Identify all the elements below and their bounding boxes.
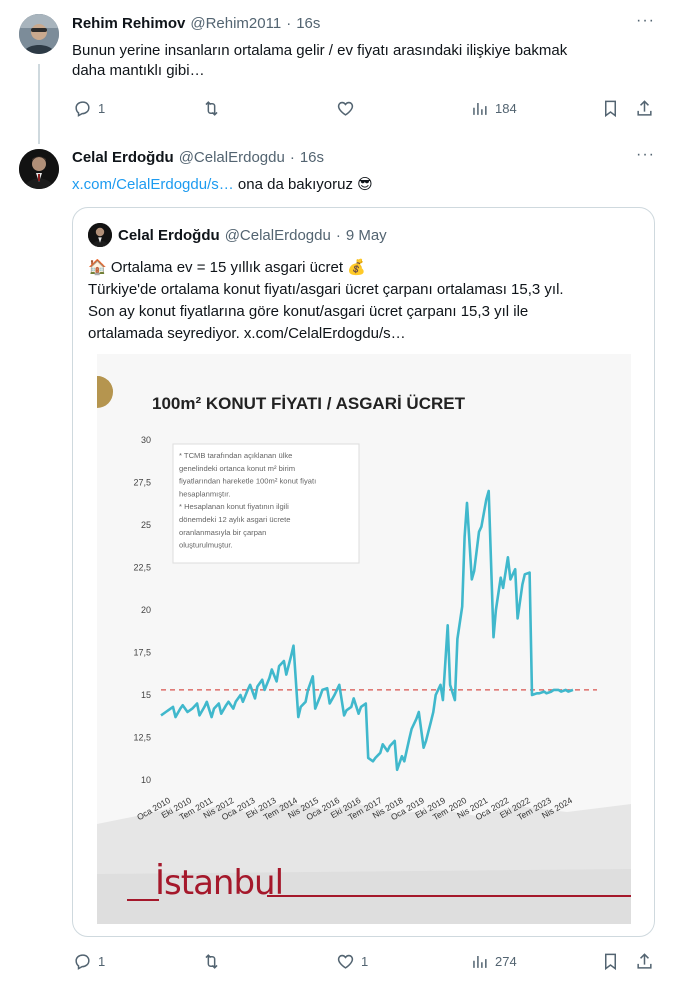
y-tick-label: 20 bbox=[141, 605, 151, 615]
more-options-icon[interactable]: ··· bbox=[636, 12, 655, 30]
separator-dot: · bbox=[286, 15, 292, 32]
thread-connector-line bbox=[38, 64, 40, 144]
retweet-icon bbox=[205, 954, 218, 969]
avatar-photo-icon bbox=[19, 14, 59, 54]
author-name[interactable]: Rehim Rehimov bbox=[72, 15, 185, 32]
author-handle[interactable]: @Rehim2011 bbox=[190, 15, 281, 32]
share-icon bbox=[637, 953, 652, 969]
reply-button[interactable]: 1 bbox=[73, 952, 105, 971]
bookmark-icon bbox=[604, 100, 617, 118]
quoted-text-line: 🏠 Ortalama ev = 15 yıllık asgari ücret 💰 bbox=[88, 259, 366, 276]
author-handle[interactable]: @CelalErdogdu bbox=[179, 149, 285, 166]
reply-icon bbox=[75, 954, 90, 970]
chart-note-line: fiyatlarından hareketle 100m² konut fiya… bbox=[179, 477, 316, 486]
reply-button[interactable]: 1 bbox=[73, 99, 105, 118]
tweet-text-line: daha mantıklı gibi… bbox=[72, 62, 205, 79]
views-count: 184 bbox=[495, 101, 517, 116]
like-count: 1 bbox=[361, 954, 369, 969]
more-options-icon[interactable]: ··· bbox=[636, 146, 655, 164]
y-tick-label: 27,5 bbox=[133, 478, 151, 488]
retweet-button[interactable] bbox=[202, 952, 227, 971]
avatar[interactable] bbox=[19, 149, 59, 189]
line-chart: 100m² KONUT FİYATI / ASGARİ ÜCRET 30 27,5… bbox=[97, 354, 631, 924]
tweet-text: ona da bakıyoruz 😎 bbox=[233, 176, 373, 193]
views-count: 274 bbox=[495, 954, 517, 969]
chart-note-line: * Hesaplanan konut fiyatının ilgili bbox=[179, 502, 289, 511]
heart-icon bbox=[337, 101, 354, 116]
retweet-icon bbox=[205, 101, 218, 116]
tweet-timestamp[interactable]: 16s bbox=[296, 15, 320, 32]
chart-image[interactable]: 100m² KONUT FİYATI / ASGARİ ÜCRET 30 27,5… bbox=[97, 354, 631, 924]
retweet-button[interactable] bbox=[202, 99, 227, 118]
quoted-tweet[interactable]: Celal Erdoğdu @CelalErdogdu · 9 May 🏠 Or… bbox=[72, 207, 655, 937]
quoted-author-name[interactable]: Celal Erdoğdu bbox=[118, 227, 220, 244]
quoted-avatar[interactable] bbox=[88, 223, 112, 247]
views-chart-icon bbox=[473, 955, 487, 968]
tweet-link[interactable]: x.com/CelalErdogdu/s… bbox=[72, 176, 234, 193]
y-tick-label: 10 bbox=[141, 775, 151, 785]
quoted-author-handle[interactable]: @CelalErdogdu bbox=[225, 227, 331, 244]
chart-note-line: dönemdeki 12 aylık asgari ücrete bbox=[179, 515, 290, 524]
like-button[interactable] bbox=[336, 99, 361, 118]
y-tick-label: 25 bbox=[141, 520, 151, 530]
bookmark-icon bbox=[604, 953, 617, 971]
author-name[interactable]: Celal Erdoğdu bbox=[72, 149, 174, 166]
chart-note-line: genelindeki ortanca konut m² birim bbox=[179, 464, 295, 473]
reply-icon bbox=[75, 101, 90, 117]
quoted-text-line: ortalamada seyrediyor. x.com/CelalErdogd… bbox=[88, 325, 406, 342]
avatar[interactable] bbox=[19, 14, 59, 54]
bookmark-button[interactable] bbox=[601, 952, 620, 971]
chart-note-line: * TCMB tarafından açıklanan ülke bbox=[179, 451, 292, 460]
views-chart-icon bbox=[473, 102, 487, 115]
quoted-text-line: Son ay konut fiyatlarına göre konut/asga… bbox=[88, 303, 529, 320]
separator-dot: · bbox=[289, 149, 295, 166]
share-icon bbox=[637, 100, 652, 116]
share-button[interactable] bbox=[635, 952, 654, 971]
quoted-text-line: Türkiye'de ortalama konut fiyatı/asgari … bbox=[88, 281, 564, 298]
views-button[interactable]: 274 bbox=[470, 952, 517, 971]
chart-note-line: oranlanmasıyla bir çarpan bbox=[179, 528, 266, 537]
tweet-timestamp[interactable]: 16s bbox=[300, 149, 324, 166]
reply-count: 1 bbox=[98, 101, 106, 116]
chart-note-line: hesaplanmıştır. bbox=[179, 489, 231, 498]
separator-dot: · bbox=[335, 227, 341, 244]
chart-title: 100m² KONUT FİYATI / ASGARİ ÜCRET bbox=[152, 394, 466, 413]
share-button[interactable] bbox=[635, 99, 654, 118]
y-tick-label: 17,5 bbox=[133, 648, 151, 658]
svg-text:İstanbul: İstanbul bbox=[155, 863, 283, 903]
views-button[interactable]: 184 bbox=[470, 99, 517, 118]
bookmark-button[interactable] bbox=[601, 99, 620, 118]
tweet-text-line: Bunun yerine insanların ortalama gelir /… bbox=[72, 42, 568, 59]
heart-icon bbox=[337, 954, 354, 969]
avatar-photo-icon bbox=[88, 223, 112, 247]
like-button[interactable]: 1 bbox=[336, 952, 368, 971]
y-tick-label: 22,5 bbox=[133, 563, 151, 573]
y-tick-label: 30 bbox=[141, 435, 151, 445]
reply-count: 1 bbox=[98, 954, 106, 969]
avatar-photo-icon bbox=[19, 149, 59, 189]
chart-note-line: oluşturulmuştur. bbox=[179, 541, 233, 550]
quoted-date[interactable]: 9 May bbox=[346, 227, 387, 244]
y-tick-label: 15 bbox=[141, 690, 151, 700]
y-tick-label: 12,5 bbox=[133, 733, 151, 743]
